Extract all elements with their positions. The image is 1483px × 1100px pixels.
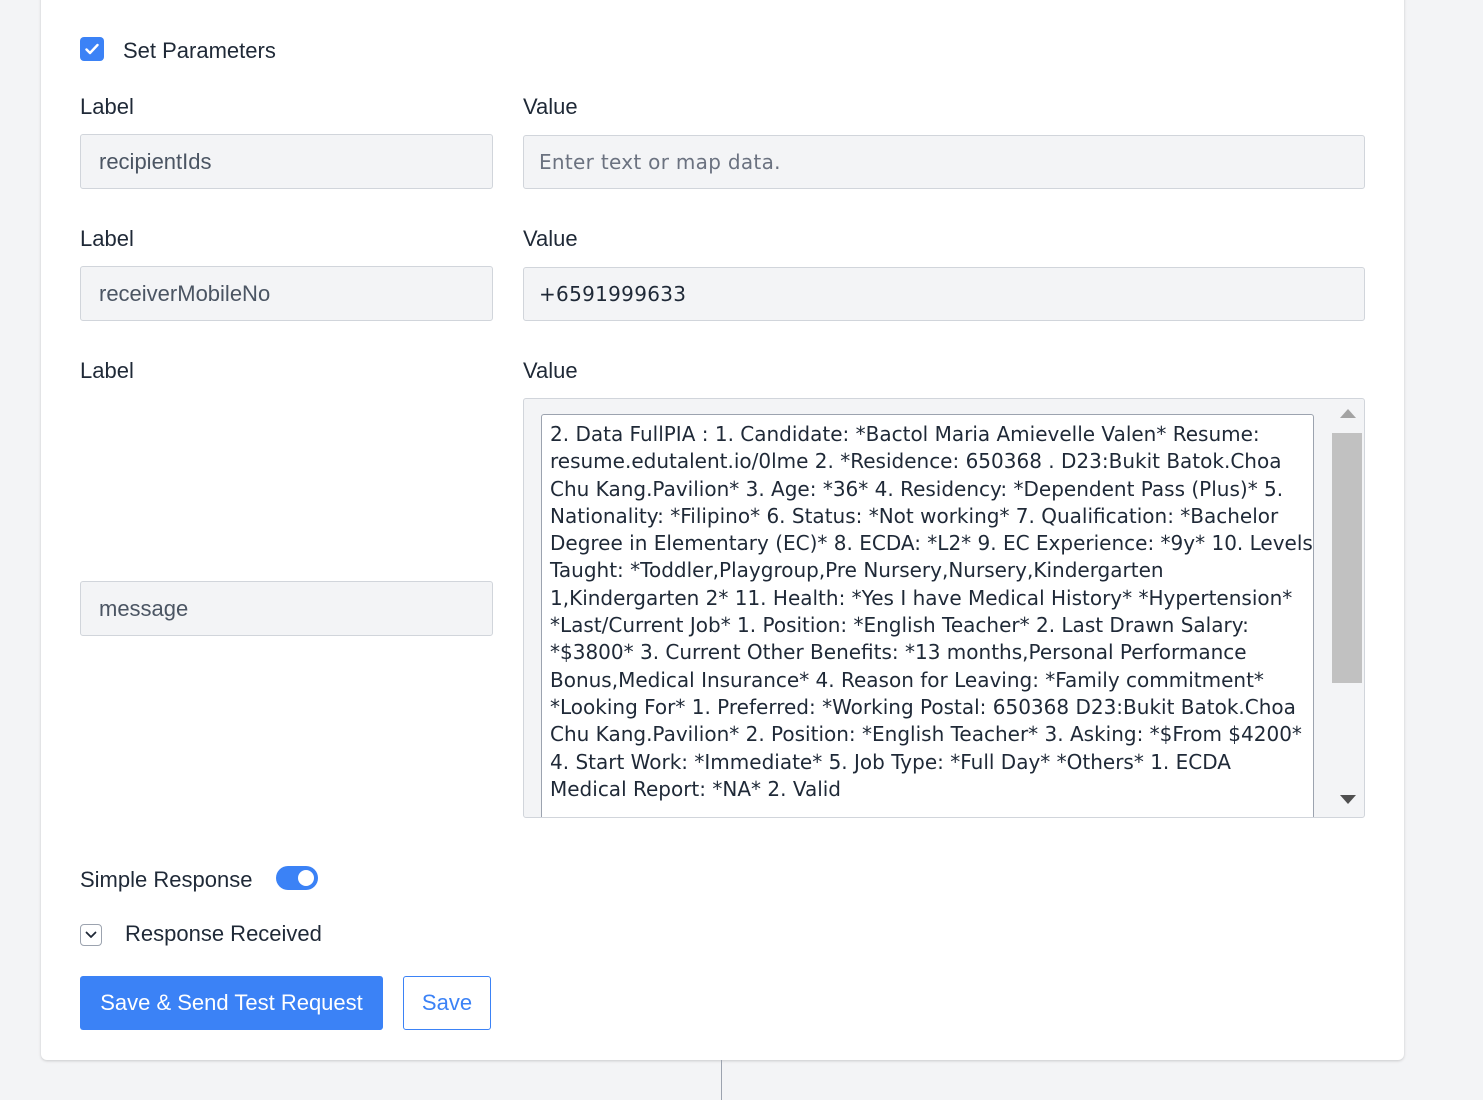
param-label-input-message[interactable]: message bbox=[80, 581, 493, 636]
param-value-input-receiver-mobile-no[interactable]: +6591999633 bbox=[523, 267, 1365, 321]
param-value-input-recipient-ids[interactable]: Enter text or map data. bbox=[523, 135, 1365, 189]
scroll-thumb[interactable] bbox=[1332, 433, 1362, 683]
response-received-expand-button[interactable] bbox=[80, 924, 102, 946]
param-label-heading: Label bbox=[80, 358, 134, 383]
checkmark-icon bbox=[85, 43, 99, 55]
param-label-heading: Label bbox=[80, 94, 134, 119]
toggle-knob bbox=[298, 870, 314, 886]
simple-response-toggle[interactable] bbox=[276, 866, 318, 890]
simple-response-label: Simple Response bbox=[80, 867, 253, 892]
scroll-up-arrow-icon[interactable] bbox=[1340, 409, 1356, 418]
flow-connector-line bbox=[721, 1060, 722, 1100]
scroll-down-arrow-icon[interactable] bbox=[1340, 795, 1356, 804]
param-label-input-receiver-mobile-no[interactable]: receiverMobileNo bbox=[80, 266, 493, 321]
param-value-textarea-message[interactable]: 2. Data FullPIA : 1. Candidate: *Bactol … bbox=[541, 414, 1314, 817]
set-parameters-checkbox[interactable] bbox=[80, 37, 104, 61]
param-label-input-recipient-ids[interactable]: recipientIds bbox=[80, 134, 493, 189]
param-value-heading: Value bbox=[523, 94, 578, 119]
chevron-down-icon bbox=[85, 931, 97, 938]
response-received-label: Response Received bbox=[125, 921, 322, 946]
save-button[interactable]: Save bbox=[403, 976, 491, 1030]
param-value-textarea-container: 2. Data FullPIA : 1. Candidate: *Bactol … bbox=[523, 398, 1365, 818]
save-and-send-test-request-button[interactable]: Save & Send Test Request bbox=[80, 976, 383, 1030]
param-value-heading: Value bbox=[523, 226, 578, 251]
set-parameters-label: Set Parameters bbox=[123, 38, 276, 63]
request-settings-card: Set Parameters Label Value recipientIds … bbox=[41, 0, 1404, 1060]
param-value-heading: Value bbox=[523, 358, 578, 383]
param-label-heading: Label bbox=[80, 226, 134, 251]
textarea-scrollbar[interactable] bbox=[1332, 409, 1362, 809]
